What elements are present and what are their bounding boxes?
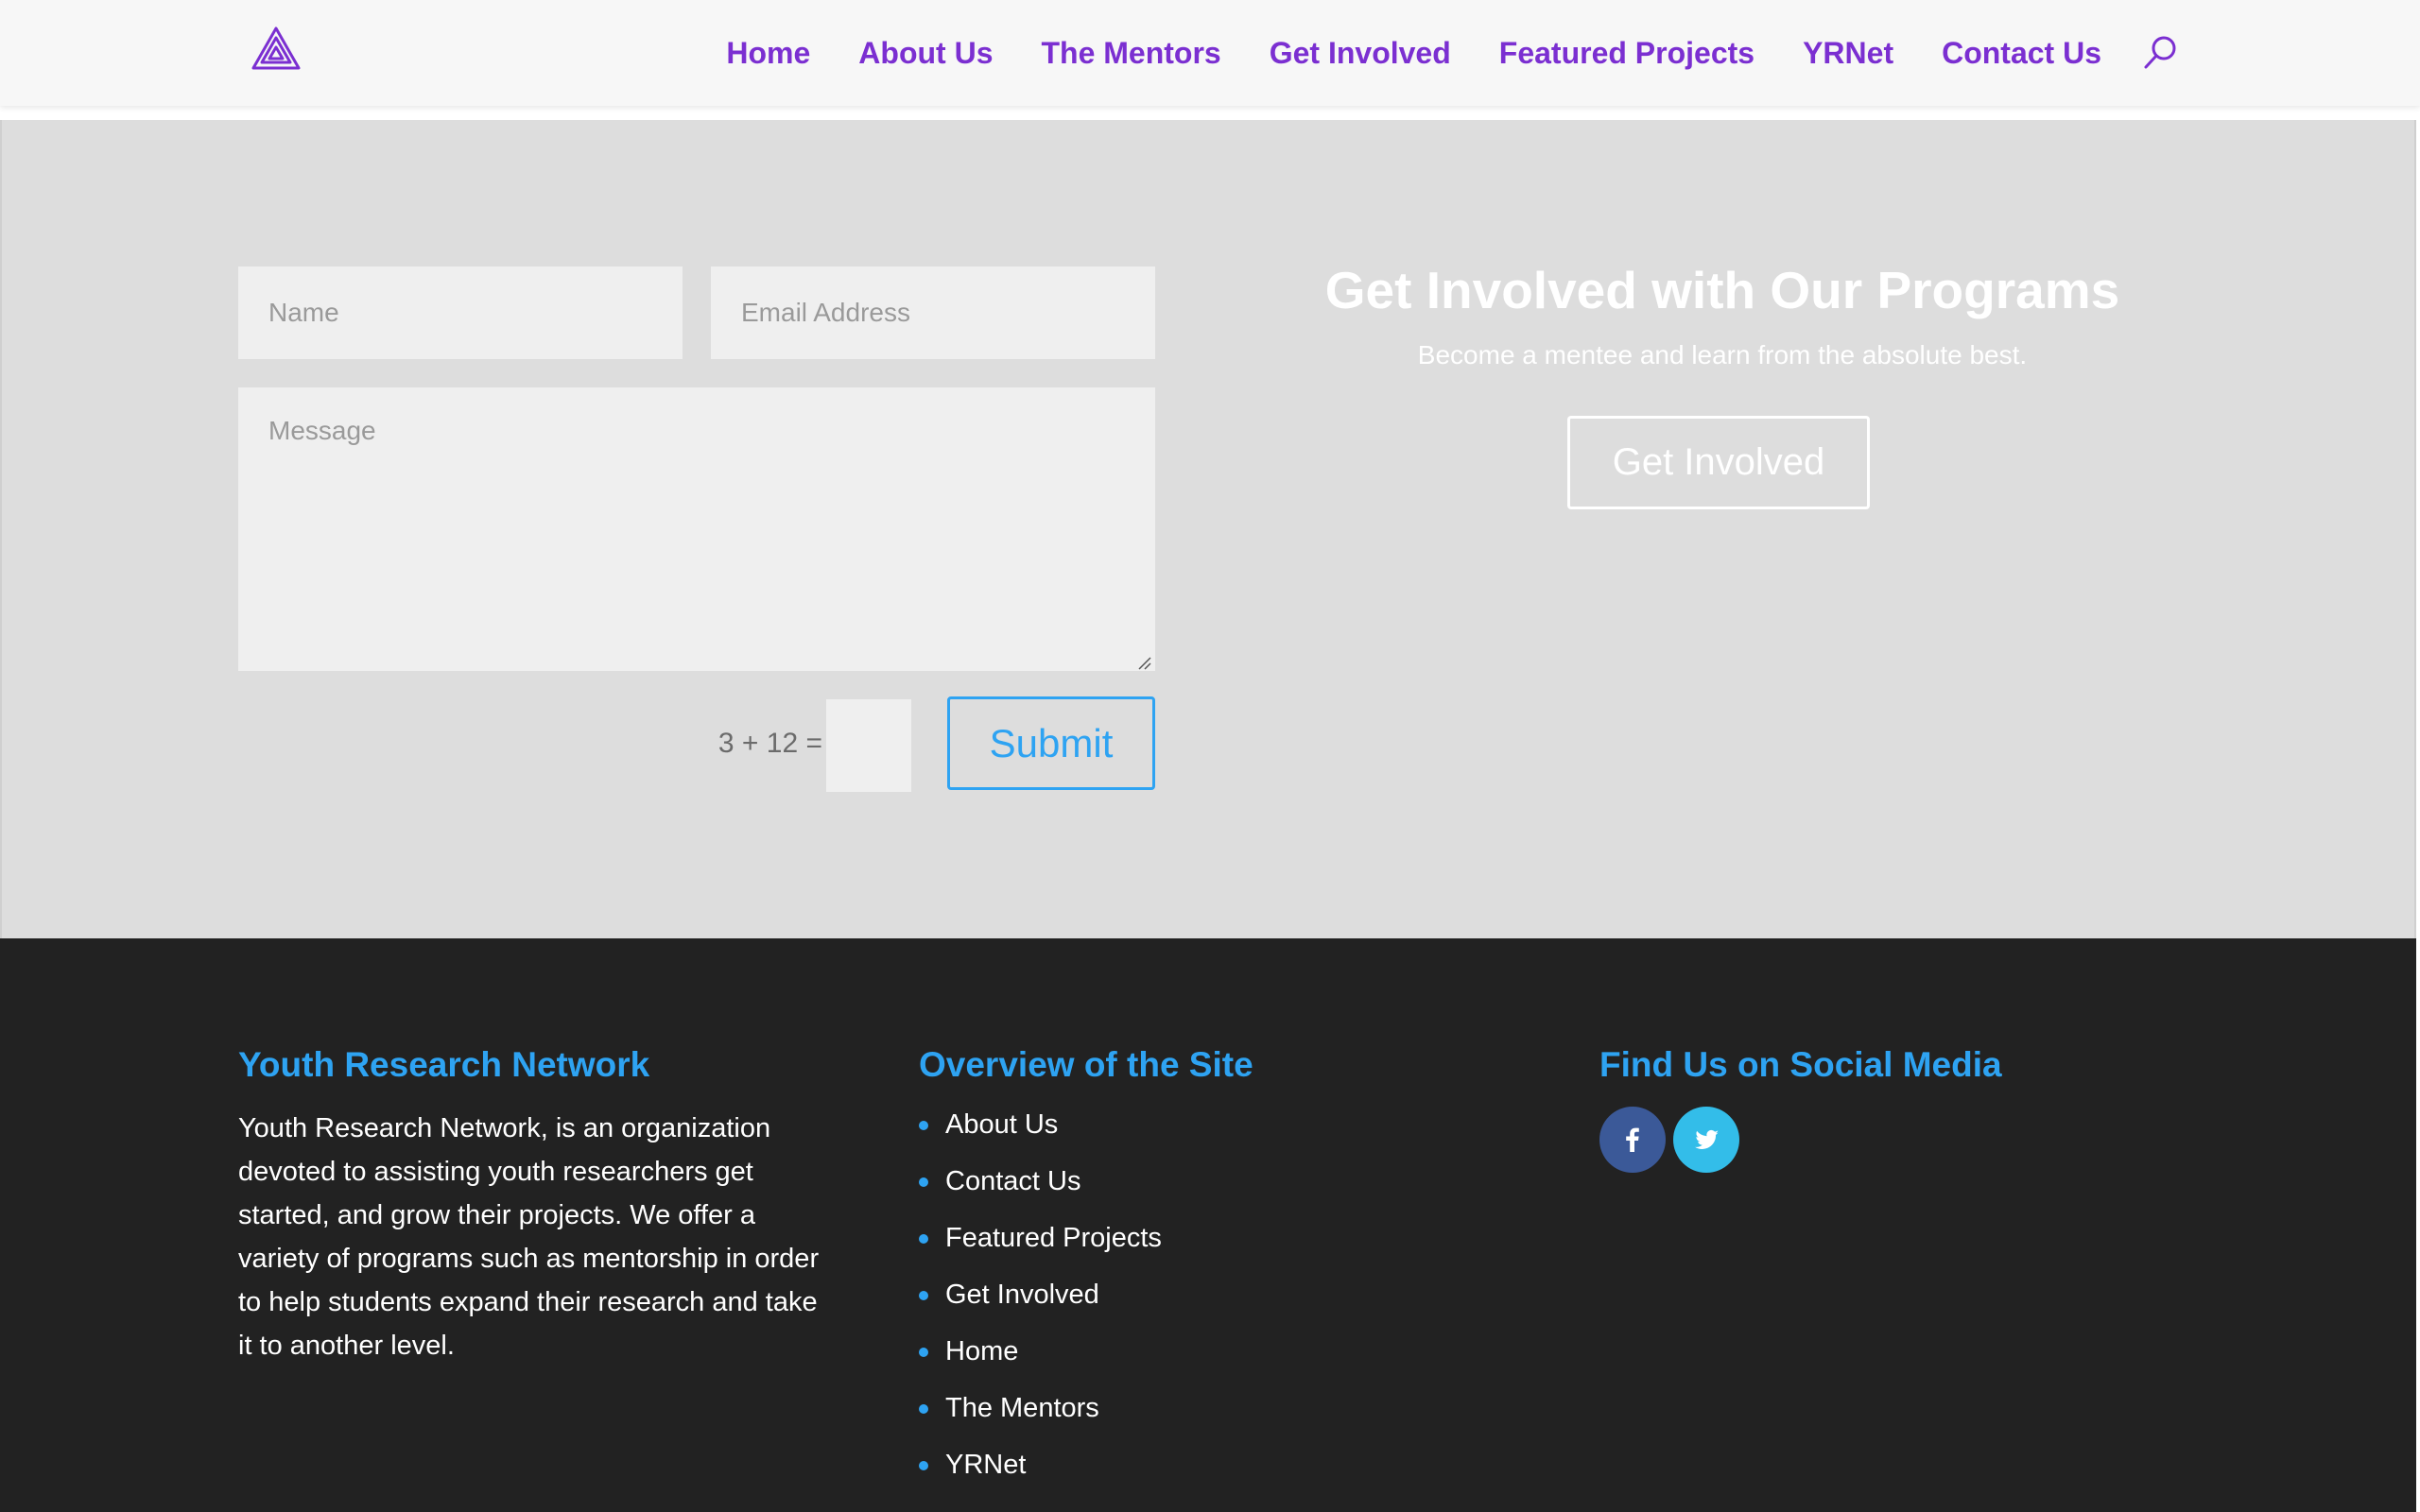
contact-section: 3 + 12 = Submit Get Involved with Our Pr… <box>0 120 2416 938</box>
footer-overview-list: About Us Contact Us Featured Projects Ge… <box>919 1102 1162 1499</box>
twitter-icon[interactable] <box>1673 1107 1739 1173</box>
name-input[interactable] <box>238 266 683 359</box>
footer-overview-heading: Overview of the Site <box>919 1045 1253 1084</box>
message-textarea[interactable] <box>238 387 1155 671</box>
twitter-bird-icon <box>1695 1129 1719 1149</box>
footer-link-featured-projects[interactable]: Featured Projects <box>919 1215 1162 1272</box>
captcha-input[interactable] <box>826 699 911 792</box>
nav-yrnet[interactable]: YRNet <box>1803 36 1893 71</box>
footer-link-get-involved[interactable]: Get Involved <box>919 1272 1162 1329</box>
footer-link-yrnet[interactable]: YRNet <box>919 1442 1162 1499</box>
captcha-question: 3 + 12 = <box>717 728 822 759</box>
site-header: Home About Us The Mentors Get Involved F… <box>0 0 2420 106</box>
footer-link-the-mentors[interactable]: The Mentors <box>919 1385 1162 1442</box>
nav-home[interactable]: Home <box>726 36 810 71</box>
facebook-glyph-icon <box>1626 1127 1639 1152</box>
nav-get-involved[interactable]: Get Involved <box>1270 36 1451 71</box>
facebook-icon[interactable] <box>1599 1107 1666 1173</box>
cta-subtitle: Become a mentee and learn from the absol… <box>1417 340 2028 369</box>
footer-social-heading: Find Us on Social Media <box>1599 1045 2002 1084</box>
footer-about-heading: Youth Research Network <box>238 1045 650 1084</box>
main-nav: Home About Us The Mentors Get Involved F… <box>726 0 2179 106</box>
resize-grip-icon[interactable] <box>1136 655 1151 670</box>
nav-contact-us[interactable]: Contact Us <box>1942 36 2101 71</box>
site-logo-icon[interactable] <box>248 23 304 79</box>
footer-link-contact-us[interactable]: Contact Us <box>919 1159 1162 1215</box>
nav-featured-projects[interactable]: Featured Projects <box>1499 36 1754 71</box>
footer-link-about-us[interactable]: About Us <box>919 1102 1162 1159</box>
footer-link-home[interactable]: Home <box>919 1329 1162 1385</box>
get-involved-button[interactable]: Get Involved <box>1567 416 1870 509</box>
site-footer: Youth Research Network Youth Research Ne… <box>0 938 2416 1512</box>
footer-about-text: Youth Research Network, is an organizati… <box>238 1113 820 1361</box>
submit-button[interactable]: Submit <box>947 696 1155 790</box>
nav-the-mentors[interactable]: The Mentors <box>1041 36 1220 71</box>
cta-title: Get Involved with Our Programs <box>1324 261 2120 319</box>
email-input[interactable] <box>711 266 1155 359</box>
nav-about-us[interactable]: About Us <box>858 36 993 71</box>
search-icon[interactable] <box>2141 34 2179 72</box>
